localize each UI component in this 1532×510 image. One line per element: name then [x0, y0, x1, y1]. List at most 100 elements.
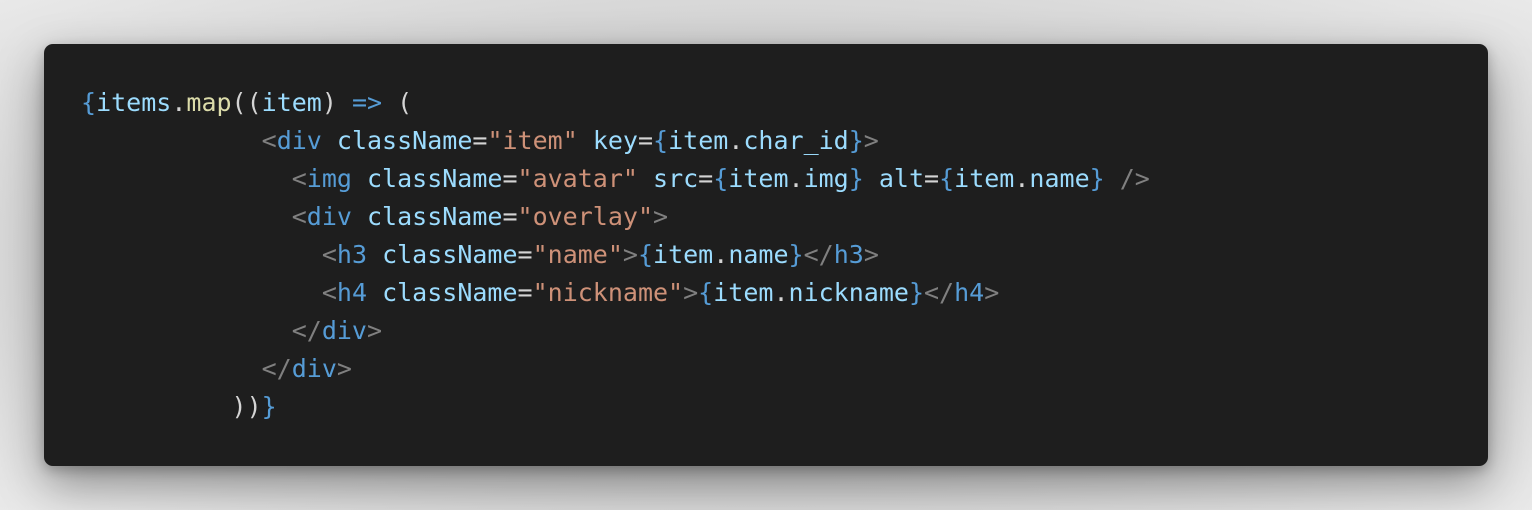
- code-token: className: [367, 164, 503, 193]
- code-token: "avatar": [517, 164, 638, 193]
- code-token: >: [366, 316, 383, 345]
- code-line-9: ))}: [81, 388, 1150, 426]
- code-token: "overlay": [517, 202, 653, 231]
- code-token: <: [291, 202, 307, 231]
- code-token: =: [698, 164, 714, 193]
- code-token: img: [306, 164, 352, 193]
- code-token: >: [622, 240, 638, 269]
- code-token: className: [336, 126, 473, 155]
- code-line-5: <h3 className="name">{item.name}</h3>: [81, 236, 1150, 274]
- code-token: =: [924, 164, 940, 193]
- code-token: .: [713, 240, 729, 269]
- code-token: nickname: [788, 278, 909, 307]
- code-token: }: [848, 164, 864, 193]
- code-token: div: [276, 126, 322, 155]
- code-token: =>: [351, 88, 383, 117]
- code-token: =: [472, 126, 488, 155]
- code-token: {: [939, 164, 955, 193]
- code-token: >: [863, 126, 879, 155]
- code-line-1: {items.map((item) => (: [81, 84, 1150, 122]
- code-token: >: [683, 278, 699, 307]
- code-token: map: [186, 88, 232, 117]
- code-token: .: [773, 278, 789, 307]
- code-token: item: [713, 278, 774, 307]
- code-token: "nickname": [532, 278, 684, 307]
- code-token: >: [984, 278, 1000, 307]
- code-line-2: <div className="item" key={item.char_id}…: [81, 122, 1150, 160]
- code-token: item: [728, 164, 789, 193]
- code-token: img: [803, 164, 849, 193]
- code-token: char_id: [743, 126, 849, 155]
- code-token: h4: [954, 278, 985, 307]
- code-token: item: [261, 88, 322, 117]
- code-token: className: [382, 240, 518, 269]
- code-token: =: [502, 164, 518, 193]
- code-token: }: [788, 240, 804, 269]
- code-token: <: [291, 164, 307, 193]
- code-token: className: [367, 202, 503, 231]
- code-token: </: [924, 278, 955, 307]
- code-token: }: [848, 126, 864, 155]
- code-token: div: [321, 316, 367, 345]
- code-token: "item": [487, 126, 578, 155]
- code-token: <: [261, 126, 277, 155]
- code-line-6: <h4 className="nickname">{item.nickname}…: [81, 274, 1150, 312]
- code-token: "name": [532, 240, 623, 269]
- code-token: =: [502, 202, 518, 231]
- code-line-7: </div>: [81, 312, 1150, 350]
- code-token: h4: [336, 278, 367, 307]
- code-token: items: [96, 88, 172, 117]
- code-token: src: [653, 164, 699, 193]
- code-token: className: [382, 278, 518, 307]
- code-token: {: [698, 278, 714, 307]
- code-token: .: [788, 164, 804, 193]
- code-token: >: [653, 202, 669, 231]
- code-token: =: [637, 126, 654, 155]
- code-token: h3: [833, 240, 864, 269]
- code-token: h3: [336, 240, 367, 269]
- code-token: div: [306, 202, 352, 231]
- code-token: }: [908, 278, 924, 307]
- code-token: {: [637, 240, 654, 269]
- code-token: </: [261, 354, 292, 383]
- code-token: =: [517, 278, 533, 307]
- code-token: item: [653, 240, 714, 269]
- code-snippet-window: {items.map((item) => ( <div className="i…: [44, 44, 1488, 466]
- code-token: item: [668, 126, 729, 155]
- code-line-3: <img className="avatar" src={item.img} a…: [81, 160, 1150, 198]
- code-token: </: [803, 240, 834, 269]
- code-token: .: [1014, 164, 1030, 193]
- code-token: {: [653, 126, 669, 155]
- code-token: alt: [878, 164, 925, 193]
- code-token: )): [231, 392, 262, 421]
- code-token: div: [291, 354, 337, 383]
- code-token: }: [261, 392, 277, 421]
- code-token: ): [321, 88, 352, 117]
- code-block[interactable]: {items.map((item) => ( <div className="i…: [81, 84, 1150, 426]
- code-token: item: [954, 164, 1015, 193]
- code-token: (: [382, 88, 413, 117]
- code-token: <: [321, 240, 337, 269]
- code-token: </: [291, 316, 322, 345]
- code-token: name: [1029, 164, 1090, 193]
- code-token: name: [728, 240, 789, 269]
- code-token: >: [336, 354, 352, 383]
- code-token: >: [863, 240, 879, 269]
- code-token: ((: [231, 88, 262, 117]
- code-token: }: [1089, 164, 1105, 193]
